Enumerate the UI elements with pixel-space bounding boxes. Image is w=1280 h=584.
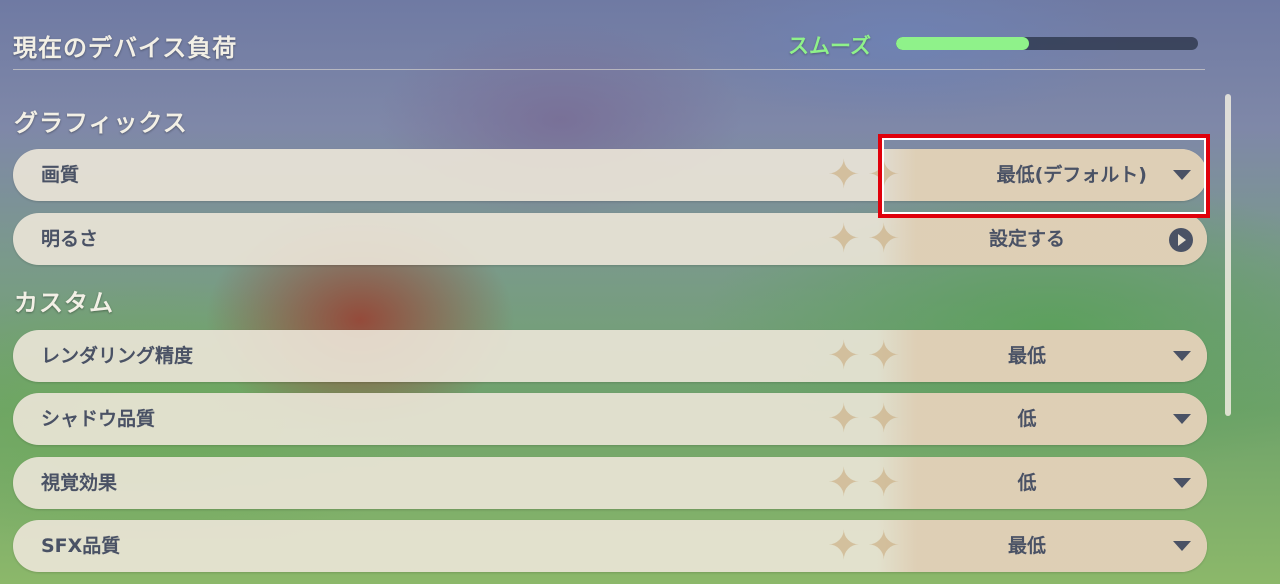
- render-resolution-value: 最低: [1007, 345, 1046, 367]
- sparkle-decoration-icon: ✦: [827, 333, 861, 379]
- device-load-title: 現在のデバイス負荷: [13, 34, 238, 62]
- load-meter-fill: [896, 37, 1029, 50]
- play-arrow-icon: [1169, 228, 1193, 252]
- setting-label: SFX品質: [41, 535, 121, 557]
- device-load-header: 現在のデバイス負荷 スムーズ: [0, 0, 1210, 70]
- chevron-down-icon: [1173, 170, 1191, 180]
- section-title-graphics: グラフィックス: [14, 109, 188, 137]
- chevron-down-icon: [1173, 478, 1191, 488]
- shadow-quality-value: 低: [1017, 408, 1037, 430]
- visual-effects-dropdown[interactable]: ✦ ✦ 低: [827, 457, 1207, 509]
- setting-label: シャドウ品質: [41, 408, 156, 430]
- shadow-quality-dropdown[interactable]: ✦ ✦ 低: [827, 393, 1207, 445]
- header-divider: [13, 69, 1205, 70]
- setting-row-visual-effects[interactable]: 視覚効果 ✦ ✦ 低: [13, 457, 1207, 509]
- sparkle-decoration-icon: ✦: [827, 523, 861, 569]
- settings-scrollbar[interactable]: [1225, 94, 1231, 416]
- sparkle-decoration-icon: ✦: [827, 396, 861, 442]
- sfx-quality-value: 最低: [1007, 535, 1046, 557]
- render-resolution-dropdown[interactable]: ✦ ✦ 最低: [827, 330, 1207, 382]
- graphics-quality-dropdown[interactable]: ✦ ✦ 最低(デフォルト): [827, 149, 1207, 201]
- setting-row-brightness[interactable]: 明るさ ✦ ✦ 設定する: [13, 213, 1207, 265]
- sparkle-decoration-icon: ✦: [827, 216, 861, 262]
- setting-row-sfx-quality[interactable]: SFX品質 ✦ ✦ 最低: [13, 520, 1207, 572]
- setting-row-render-resolution[interactable]: レンダリング精度 ✦ ✦ 最低: [13, 330, 1207, 382]
- chevron-down-icon: [1173, 414, 1191, 424]
- load-meter: [896, 37, 1198, 50]
- sparkle-decoration-icon: ✦: [867, 152, 901, 198]
- section-title-custom: カスタム: [14, 289, 114, 317]
- sparkle-decoration-icon: ✦: [827, 460, 861, 506]
- setting-row-shadow-quality[interactable]: シャドウ品質 ✦ ✦ 低: [13, 393, 1207, 445]
- chevron-down-icon: [1173, 351, 1191, 361]
- load-status-label: スムーズ: [788, 34, 871, 58]
- chevron-down-icon: [1173, 541, 1191, 551]
- brightness-value: 設定する: [988, 228, 1065, 250]
- setting-label: レンダリング精度: [41, 345, 194, 367]
- brightness-configure-button[interactable]: ✦ ✦ 設定する: [827, 213, 1207, 265]
- setting-label: 明るさ: [41, 228, 99, 250]
- setting-label: 視覚効果: [41, 472, 118, 494]
- sfx-quality-dropdown[interactable]: ✦ ✦ 最低: [827, 520, 1207, 572]
- visual-effects-value: 低: [1017, 472, 1037, 494]
- sparkle-decoration-icon: ✦: [827, 152, 861, 198]
- graphics-quality-value: 最低(デフォルト): [996, 164, 1147, 186]
- setting-row-graphics-quality[interactable]: 画質 ✦ ✦ 最低(デフォルト): [13, 149, 1207, 201]
- setting-label: 画質: [41, 164, 80, 186]
